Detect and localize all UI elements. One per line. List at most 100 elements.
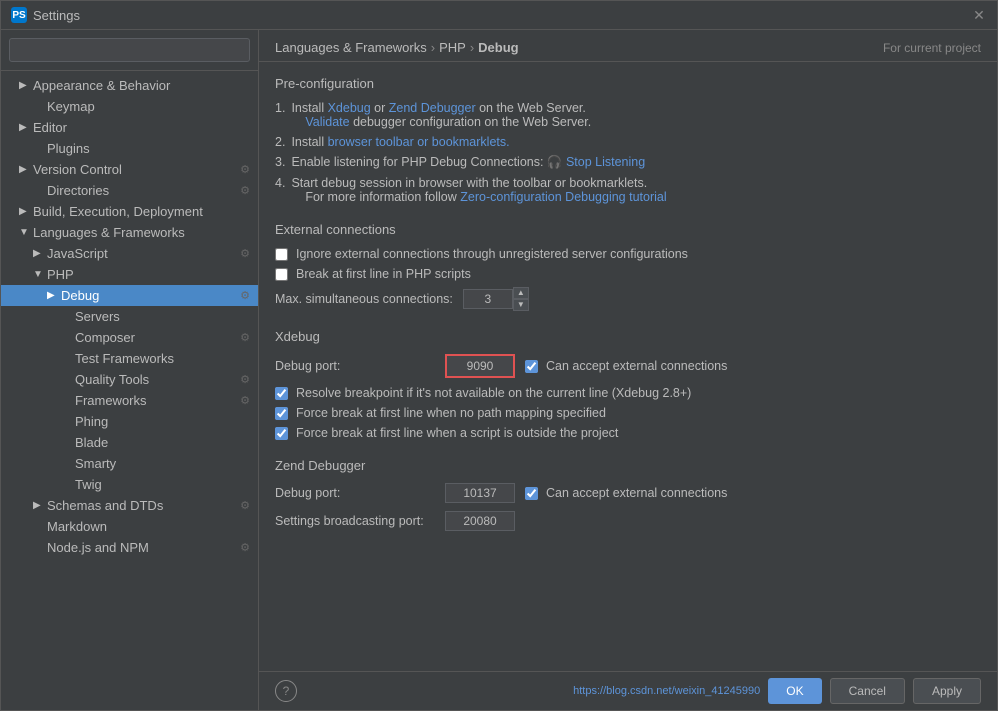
sidebar-item-blade[interactable]: Blade xyxy=(1,432,258,453)
xdebug-can-accept-row: Can accept external connections xyxy=(525,359,727,373)
settings-icon: ⚙ xyxy=(240,289,250,302)
step-2: 2. Install browser toolbar or bookmarkle… xyxy=(275,135,981,149)
sidebar-item-label: Smarty xyxy=(75,456,250,471)
max-connections-input[interactable] xyxy=(463,289,513,309)
settings-icon: ⚙ xyxy=(240,184,250,197)
sidebar-item-twig[interactable]: Twig xyxy=(1,474,258,495)
break-first-line-checkbox[interactable] xyxy=(275,268,288,281)
sidebar-item-nodejs-npm[interactable]: Node.js and NPM ⚙ xyxy=(1,537,258,558)
stop-listening-link[interactable]: Stop Listening xyxy=(566,155,645,169)
search-input[interactable] xyxy=(9,38,250,62)
settings-broadcast-row: Settings broadcasting port: xyxy=(275,511,981,531)
sidebar-item-directories[interactable]: Directories ⚙ xyxy=(1,180,258,201)
sidebar-item-label: Test Frameworks xyxy=(75,351,250,366)
max-connections-input-group: ▲ ▼ xyxy=(463,287,529,311)
title-bar-left: PS Settings xyxy=(11,7,80,23)
settings-broadcast-input[interactable] xyxy=(445,511,515,531)
cancel-button[interactable]: Cancel xyxy=(830,678,905,704)
sidebar-item-schemas-dtds[interactable]: ▶ Schemas and DTDs ⚙ xyxy=(1,495,258,516)
xdebug-port-label: Debug port: xyxy=(275,359,435,373)
sidebar-item-debug[interactable]: ▶ Debug ⚙ xyxy=(1,285,258,306)
arrow-icon: ▶ xyxy=(47,290,57,301)
sidebar-item-label: Blade xyxy=(75,435,250,450)
sidebar: ▶ Appearance & Behavior Keymap ▶ Editor … xyxy=(1,30,259,710)
spin-up-button[interactable]: ▲ xyxy=(513,287,529,299)
arrow-icon: ▶ xyxy=(33,500,43,511)
bookmarklets-link[interactable]: browser toolbar or bookmarklets. xyxy=(328,135,510,149)
step-1-text: Install Xdebug or Zend Debugger on the W… xyxy=(291,101,591,129)
sidebar-item-javascript[interactable]: ▶ JavaScript ⚙ xyxy=(1,243,258,264)
xdebug-link[interactable]: Xdebug xyxy=(328,101,371,115)
force-break-outside-label: Force break at first line when a script … xyxy=(296,426,618,440)
main-panel: Languages & Frameworks › PHP › Debug For… xyxy=(259,30,997,710)
zend-port-input[interactable] xyxy=(445,483,515,503)
apply-button[interactable]: Apply xyxy=(913,678,981,704)
sidebar-item-label: Phing xyxy=(75,414,250,429)
sidebar-item-markdown[interactable]: Markdown xyxy=(1,516,258,537)
ok-button[interactable]: OK xyxy=(768,678,821,704)
force-break-outside-row: Force break at first line when a script … xyxy=(275,426,981,440)
step-4-text: Start debug session in browser with the … xyxy=(291,176,666,204)
window-title: Settings xyxy=(33,8,80,23)
arrow-icon: ▶ xyxy=(19,122,29,133)
step-num-4: 4. xyxy=(275,176,285,190)
sidebar-item-frameworks[interactable]: Frameworks ⚙ xyxy=(1,390,258,411)
zero-config-link[interactable]: Zero-configuration Debugging tutorial xyxy=(460,190,666,204)
sidebar-item-composer[interactable]: Composer ⚙ xyxy=(1,327,258,348)
settings-icon: ⚙ xyxy=(240,394,250,407)
sidebar-item-version-control[interactable]: ▶ Version Control ⚙ xyxy=(1,159,258,180)
sidebar-item-build-execution-deployment[interactable]: ▶ Build, Execution, Deployment xyxy=(1,201,258,222)
sidebar-item-phing[interactable]: Phing xyxy=(1,411,258,432)
settings-broadcast-label: Settings broadcasting port: xyxy=(275,514,435,528)
force-break-outside-checkbox[interactable] xyxy=(275,427,288,440)
close-button[interactable]: ✕ xyxy=(971,7,987,23)
sidebar-item-plugins[interactable]: Plugins xyxy=(1,138,258,159)
sidebar-item-servers[interactable]: Servers xyxy=(1,306,258,327)
step-num-3: 3. xyxy=(275,155,285,169)
sidebar-item-php[interactable]: ▼ PHP xyxy=(1,264,258,285)
xdebug-port-input[interactable] xyxy=(445,354,515,378)
settings-icon: ⚙ xyxy=(240,247,250,260)
sidebar-item-appearance-behavior[interactable]: ▶ Appearance & Behavior xyxy=(1,75,258,96)
spin-buttons: ▲ ▼ xyxy=(513,287,529,311)
zend-can-accept-checkbox[interactable] xyxy=(525,487,538,500)
zend-debugger-link[interactable]: Zend Debugger xyxy=(389,101,476,115)
sidebar-item-label: JavaScript xyxy=(47,246,236,261)
arrow-icon: ▶ xyxy=(19,164,29,175)
sidebar-item-test-frameworks[interactable]: Test Frameworks xyxy=(1,348,258,369)
break-first-line-row: Break at first line in PHP scripts xyxy=(275,267,981,281)
zend-debugger-section: Zend Debugger Debug port: Can accept ext… xyxy=(275,458,981,531)
resolve-breakpoint-checkbox[interactable] xyxy=(275,387,288,400)
zend-port-row: Debug port: Can accept external connecti… xyxy=(275,483,981,503)
main-content: ▶ Appearance & Behavior Keymap ▶ Editor … xyxy=(1,30,997,710)
panel-header: Languages & Frameworks › PHP › Debug For… xyxy=(259,30,997,62)
sidebar-item-languages-frameworks[interactable]: ▼ Languages & Frameworks xyxy=(1,222,258,243)
bottom-bar: ? https://blog.csdn.net/weixin_41245990 … xyxy=(259,671,997,710)
spin-down-button[interactable]: ▼ xyxy=(513,299,529,311)
external-connections-section: External connections Ignore external con… xyxy=(275,222,981,311)
sidebar-item-editor[interactable]: ▶ Editor xyxy=(1,117,258,138)
breadcrumb-part-1: Languages & Frameworks xyxy=(275,40,427,55)
force-break-no-path-checkbox[interactable] xyxy=(275,407,288,420)
sidebar-item-label: Schemas and DTDs xyxy=(47,498,236,513)
sidebar-item-label: Appearance & Behavior xyxy=(33,78,250,93)
help-button[interactable]: ? xyxy=(275,680,297,702)
break-first-line-label: Break at first line in PHP scripts xyxy=(296,267,471,281)
ignore-ext-checkbox[interactable] xyxy=(275,248,288,261)
preconfiguration-title: Pre-configuration xyxy=(275,76,981,91)
title-bar: PS Settings ✕ xyxy=(1,1,997,30)
settings-icon: ⚙ xyxy=(240,499,250,512)
step-num-1: 1. xyxy=(275,101,285,115)
xdebug-can-accept-checkbox[interactable] xyxy=(525,360,538,373)
resolve-breakpoint-label: Resolve breakpoint if it's not available… xyxy=(296,386,691,400)
sidebar-item-label: PHP xyxy=(47,267,250,282)
sidebar-item-label: Twig xyxy=(75,477,250,492)
external-connections-title: External connections xyxy=(275,222,981,237)
arrow-icon: ▼ xyxy=(19,227,29,238)
sidebar-item-smarty[interactable]: Smarty xyxy=(1,453,258,474)
sidebar-item-keymap[interactable]: Keymap xyxy=(1,96,258,117)
sidebar-item-quality-tools[interactable]: Quality Tools ⚙ xyxy=(1,369,258,390)
validate-link[interactable]: Validate xyxy=(305,115,349,129)
sidebar-item-label: Composer xyxy=(75,330,236,345)
force-break-no-path-label: Force break at first line when no path m… xyxy=(296,406,606,420)
